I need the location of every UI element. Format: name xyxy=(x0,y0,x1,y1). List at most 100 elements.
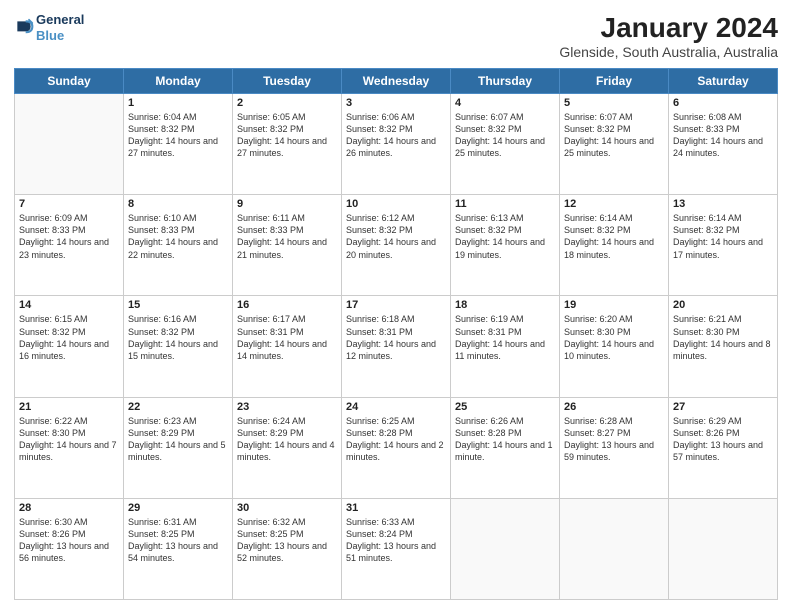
calendar-cell: 6 Sunrise: 6:08 AM Sunset: 8:33 PM Daylig… xyxy=(669,94,778,195)
cell-info: Sunrise: 6:32 AM Sunset: 8:25 PM Dayligh… xyxy=(237,516,337,565)
cell-info: Sunrise: 6:07 AM Sunset: 8:32 PM Dayligh… xyxy=(564,111,664,160)
calendar-cell xyxy=(560,498,669,599)
cell-info: Sunrise: 6:04 AM Sunset: 8:32 PM Dayligh… xyxy=(128,111,228,160)
day-number: 3 xyxy=(346,97,446,109)
day-number: 27 xyxy=(673,401,773,413)
calendar-cell: 4 Sunrise: 6:07 AM Sunset: 8:32 PM Daylig… xyxy=(451,94,560,195)
cell-info: Sunrise: 6:15 AM Sunset: 8:32 PM Dayligh… xyxy=(19,313,119,362)
cell-info: Sunrise: 6:05 AM Sunset: 8:32 PM Dayligh… xyxy=(237,111,337,160)
cell-info: Sunrise: 6:18 AM Sunset: 8:31 PM Dayligh… xyxy=(346,313,446,362)
calendar-cell: 20Sunrise: 6:21 AM Sunset: 8:30 PM Dayli… xyxy=(669,296,778,397)
day-number: 17 xyxy=(346,299,446,311)
calendar-cell: 10 Sunrise: 6:12 AM Sunset: 8:32 PM Dayli… xyxy=(342,195,451,296)
calendar-cell: 7 Sunrise: 6:09 AM Sunset: 8:33 PM Daylig… xyxy=(15,195,124,296)
day-number: 31 xyxy=(346,502,446,514)
cell-info: Sunrise: 6:33 AM Sunset: 8:24 PM Dayligh… xyxy=(346,516,446,565)
day-number: 30 xyxy=(237,502,337,514)
cell-info: Sunrise: 6:24 AM Sunset: 8:29 PM Dayligh… xyxy=(237,415,337,464)
calendar-cell: 30 Sunrise: 6:32 AM Sunset: 8:25 PM Dayli… xyxy=(233,498,342,599)
calendar-cell: 16Sunrise: 6:17 AM Sunset: 8:31 PM Dayli… xyxy=(233,296,342,397)
calendar-cell: 17 Sunrise: 6:18 AM Sunset: 8:31 PM Dayli… xyxy=(342,296,451,397)
cell-info: Sunrise: 6:16 AM Sunset: 8:32 PM Dayligh… xyxy=(128,313,228,362)
calendar-week-5: 28Sunrise: 6:30 AM Sunset: 8:26 PM Dayli… xyxy=(15,498,778,599)
cell-info: Sunrise: 6:09 AM Sunset: 8:33 PM Dayligh… xyxy=(19,212,119,261)
calendar-week-1: 1 Sunrise: 6:04 AM Sunset: 8:32 PM Daylig… xyxy=(15,94,778,195)
calendar-cell: 29Sunrise: 6:31 AM Sunset: 8:25 PM Dayli… xyxy=(124,498,233,599)
day-number: 23 xyxy=(237,401,337,413)
logo-icon xyxy=(14,18,34,38)
cell-info: Sunrise: 6:10 AM Sunset: 8:33 PM Dayligh… xyxy=(128,212,228,261)
calendar-week-3: 14 Sunrise: 6:15 AM Sunset: 8:32 PM Dayli… xyxy=(15,296,778,397)
day-number: 29 xyxy=(128,502,228,514)
calendar-header-row: Sunday Monday Tuesday Wednesday Thursday… xyxy=(15,69,778,94)
day-number: 9 xyxy=(237,198,337,210)
cell-info: Sunrise: 6:14 AM Sunset: 8:32 PM Dayligh… xyxy=(673,212,773,261)
logo-line2: Blue xyxy=(36,28,64,43)
calendar-cell xyxy=(669,498,778,599)
calendar-cell: 28Sunrise: 6:30 AM Sunset: 8:26 PM Dayli… xyxy=(15,498,124,599)
calendar-cell: 31 Sunrise: 6:33 AM Sunset: 8:24 PM Dayli… xyxy=(342,498,451,599)
day-number: 21 xyxy=(19,401,119,413)
col-sunday: Sunday xyxy=(15,69,124,94)
col-tuesday: Tuesday xyxy=(233,69,342,94)
day-number: 2 xyxy=(237,97,337,109)
cell-info: Sunrise: 6:22 AM Sunset: 8:30 PM Dayligh… xyxy=(19,415,119,464)
logo-line1: General xyxy=(36,12,84,28)
col-monday: Monday xyxy=(124,69,233,94)
day-number: 5 xyxy=(564,97,664,109)
logo-text: General Blue xyxy=(36,12,84,43)
logo: General Blue xyxy=(14,12,84,43)
cell-info: Sunrise: 6:19 AM Sunset: 8:31 PM Dayligh… xyxy=(455,313,555,362)
page-title: January 2024 xyxy=(559,12,778,44)
calendar-cell xyxy=(15,94,124,195)
cell-info: Sunrise: 6:13 AM Sunset: 8:32 PM Dayligh… xyxy=(455,212,555,261)
calendar-cell: 9 Sunrise: 6:11 AM Sunset: 8:33 PM Daylig… xyxy=(233,195,342,296)
calendar-cell: 25 Sunrise: 6:26 AM Sunset: 8:28 PM Dayli… xyxy=(451,397,560,498)
cell-info: Sunrise: 6:08 AM Sunset: 8:33 PM Dayligh… xyxy=(673,111,773,160)
title-block: January 2024 Glenside, South Australia, … xyxy=(559,12,778,60)
day-number: 1 xyxy=(128,97,228,109)
calendar-cell: 11 Sunrise: 6:13 AM Sunset: 8:32 PM Dayli… xyxy=(451,195,560,296)
calendar-cell: 22 Sunrise: 6:23 AM Sunset: 8:29 PM Dayli… xyxy=(124,397,233,498)
calendar-cell: 13 Sunrise: 6:14 AM Sunset: 8:32 PM Dayli… xyxy=(669,195,778,296)
day-number: 13 xyxy=(673,198,773,210)
cell-info: Sunrise: 6:11 AM Sunset: 8:33 PM Dayligh… xyxy=(237,212,337,261)
day-number: 6 xyxy=(673,97,773,109)
calendar-cell: 26Sunrise: 6:28 AM Sunset: 8:27 PM Dayli… xyxy=(560,397,669,498)
day-number: 11 xyxy=(455,198,555,210)
day-number: 19 xyxy=(564,299,664,311)
cell-info: Sunrise: 6:26 AM Sunset: 8:28 PM Dayligh… xyxy=(455,415,555,464)
cell-info: Sunrise: 6:21 AM Sunset: 8:30 PM Dayligh… xyxy=(673,313,773,362)
cell-info: Sunrise: 6:25 AM Sunset: 8:28 PM Dayligh… xyxy=(346,415,446,464)
calendar-cell: 14 Sunrise: 6:15 AM Sunset: 8:32 PM Dayli… xyxy=(15,296,124,397)
col-thursday: Thursday xyxy=(451,69,560,94)
calendar-cell: 5 Sunrise: 6:07 AM Sunset: 8:32 PM Daylig… xyxy=(560,94,669,195)
day-number: 16 xyxy=(237,299,337,311)
cell-info: Sunrise: 6:14 AM Sunset: 8:32 PM Dayligh… xyxy=(564,212,664,261)
day-number: 22 xyxy=(128,401,228,413)
calendar-cell: 8Sunrise: 6:10 AM Sunset: 8:33 PM Daylig… xyxy=(124,195,233,296)
header: General Blue January 2024 Glenside, Sout… xyxy=(14,12,778,60)
cell-info: Sunrise: 6:12 AM Sunset: 8:32 PM Dayligh… xyxy=(346,212,446,261)
calendar-cell: 3Sunrise: 6:06 AM Sunset: 8:32 PM Daylig… xyxy=(342,94,451,195)
calendar-week-4: 21 Sunrise: 6:22 AM Sunset: 8:30 PM Dayli… xyxy=(15,397,778,498)
calendar-cell: 21 Sunrise: 6:22 AM Sunset: 8:30 PM Dayli… xyxy=(15,397,124,498)
day-number: 10 xyxy=(346,198,446,210)
calendar-cell: 1 Sunrise: 6:04 AM Sunset: 8:32 PM Daylig… xyxy=(124,94,233,195)
day-number: 24 xyxy=(346,401,446,413)
cell-info: Sunrise: 6:29 AM Sunset: 8:26 PM Dayligh… xyxy=(673,415,773,464)
calendar-week-2: 7 Sunrise: 6:09 AM Sunset: 8:33 PM Daylig… xyxy=(15,195,778,296)
day-number: 7 xyxy=(19,198,119,210)
day-number: 12 xyxy=(564,198,664,210)
calendar-cell xyxy=(451,498,560,599)
day-number: 14 xyxy=(19,299,119,311)
day-number: 25 xyxy=(455,401,555,413)
cell-info: Sunrise: 6:23 AM Sunset: 8:29 PM Dayligh… xyxy=(128,415,228,464)
calendar-cell: 24 Sunrise: 6:25 AM Sunset: 8:28 PM Dayli… xyxy=(342,397,451,498)
day-number: 15 xyxy=(128,299,228,311)
page: General Blue January 2024 Glenside, Sout… xyxy=(0,0,792,612)
cell-info: Sunrise: 6:07 AM Sunset: 8:32 PM Dayligh… xyxy=(455,111,555,160)
calendar-cell: 2 Sunrise: 6:05 AM Sunset: 8:32 PM Daylig… xyxy=(233,94,342,195)
day-number: 4 xyxy=(455,97,555,109)
calendar-cell: 18Sunrise: 6:19 AM Sunset: 8:31 PM Dayli… xyxy=(451,296,560,397)
